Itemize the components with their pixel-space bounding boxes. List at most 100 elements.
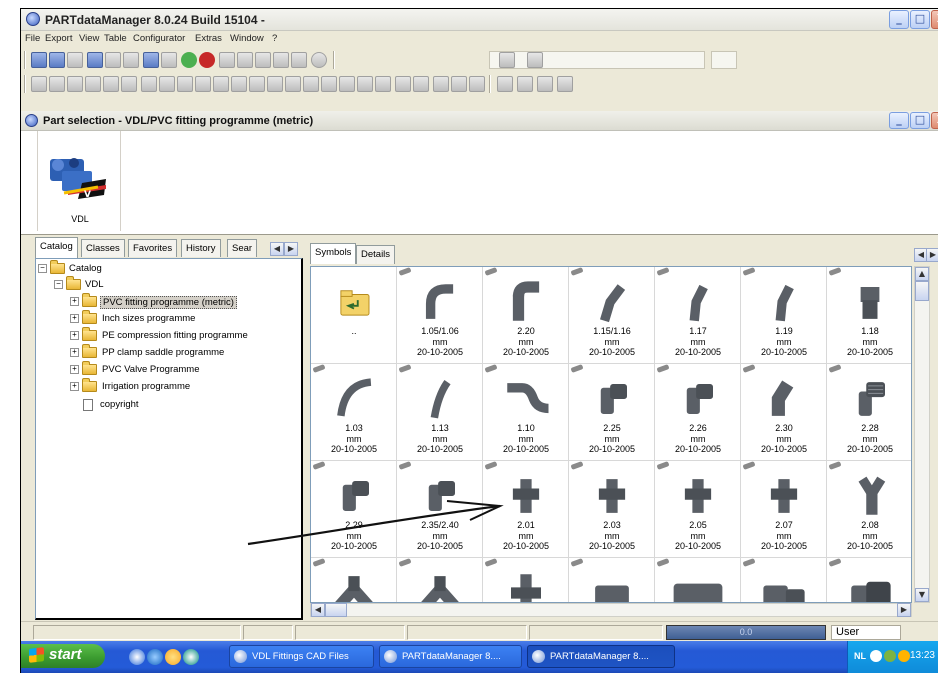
tab-scroll-right-icon[interactable]: ▶ <box>284 242 298 256</box>
hand-icon[interactable] <box>219 52 235 68</box>
taskbar-button-partdatamanager-2[interactable]: PARTdataManager 8.... <box>527 645 675 668</box>
part-item[interactable]: 1.17 mm 20-10-2005 <box>655 267 741 364</box>
part-item[interactable]: 1.18 mm 20-10-2005 <box>827 267 911 364</box>
view-icon-4[interactable] <box>85 76 101 92</box>
tab-scroll-left-icon[interactable]: ◀ <box>270 242 284 256</box>
tab-scroll-right-icon[interactable]: ▶ <box>926 248 938 262</box>
view-icon-11[interactable] <box>213 76 229 92</box>
toolbar-grip[interactable] <box>24 75 26 93</box>
browser-icon[interactable] <box>129 649 145 665</box>
part-item[interactable]: 2.30 mm 20-10-2005 <box>741 364 827 461</box>
menu-extras[interactable]: Extras <box>195 33 222 44</box>
horizontal-scrollbar[interactable]: ◀ ▶ <box>310 603 912 617</box>
pan-icon[interactable] <box>413 76 429 92</box>
part-selection-titlebar[interactable]: Part selection - VDL/PVC fitting program… <box>21 111 938 131</box>
part-item[interactable]: 2.26 mm 20-10-2005 <box>655 364 741 461</box>
parent-folder-item[interactable]: .. <box>311 267 397 364</box>
grid-icon[interactable] <box>105 52 121 68</box>
inner-close-button[interactable]: X <box>931 112 938 129</box>
disk-icon[interactable] <box>237 52 253 68</box>
tab-search[interactable]: Sear <box>227 239 258 257</box>
tab-history[interactable]: History <box>181 239 221 257</box>
view-icon-19[interactable] <box>357 76 373 92</box>
menu-table[interactable]: Table <box>104 33 127 44</box>
inner-maximize-button[interactable]: □ <box>910 112 930 129</box>
folder-shortcut-icon[interactable] <box>165 649 181 665</box>
part-item[interactable]: 2.03 mm 20-10-2005 <box>569 461 655 558</box>
part-item[interactable]: 2.25 mm 20-10-2005 <box>569 364 655 461</box>
tab-classes[interactable]: Classes <box>81 239 125 257</box>
menu-window[interactable]: Window <box>230 33 264 44</box>
vdl-catalog-tile[interactable]: V VDL <box>37 131 121 231</box>
tab-symbols[interactable]: Symbols <box>310 243 357 264</box>
menu-view[interactable]: View <box>79 33 99 44</box>
part-item[interactable]: 2.20 mm 20-10-2005 <box>483 267 569 364</box>
tree-icon[interactable] <box>161 52 177 68</box>
view-icon-17[interactable] <box>321 76 337 92</box>
view-icon-9[interactable] <box>177 76 193 92</box>
pointer-icon[interactable] <box>291 52 307 68</box>
tab-favorites[interactable]: Favorites <box>128 239 178 257</box>
view-icon-6[interactable] <box>121 76 137 92</box>
part-item[interactable]: 2.29 mm 20-10-2005 <box>311 461 397 558</box>
part-item[interactable]: 1.13 mm 20-10-2005 <box>397 364 483 461</box>
assembly-icon[interactable] <box>537 76 553 92</box>
vertical-scrollbar[interactable]: ▲ ▼ <box>914 266 930 603</box>
cylinder-icon[interactable] <box>557 76 573 92</box>
part-item[interactable] <box>483 558 569 602</box>
tray-icon[interactable] <box>870 650 882 662</box>
view-icon-7[interactable] <box>141 76 157 92</box>
menu-help[interactable]: ? <box>272 33 277 44</box>
list-icon[interactable] <box>273 52 289 68</box>
view-icon-15[interactable] <box>285 76 301 92</box>
part-item[interactable] <box>827 558 911 602</box>
maximize-button[interactable]: □ <box>910 10 930 29</box>
hscroll-thumb[interactable] <box>325 603 347 617</box>
toolbar-field[interactable] <box>489 51 705 69</box>
rotate-icon[interactable] <box>395 76 411 92</box>
info-icon[interactable] <box>143 52 159 68</box>
part-item[interactable]: 2.08 mm 20-10-2005 <box>827 461 911 558</box>
view-icon-18[interactable] <box>339 76 355 92</box>
part-item[interactable] <box>655 558 741 602</box>
stop-sign-icon[interactable] <box>311 52 327 68</box>
view-icon-13[interactable] <box>249 76 265 92</box>
language-indicator[interactable]: NL <box>854 651 866 661</box>
toolbar-field-small[interactable] <box>711 51 737 69</box>
collapse-icon[interactable]: − <box>38 264 47 273</box>
minimize-button[interactable]: _ <box>889 10 909 29</box>
view-icon-8[interactable] <box>159 76 175 92</box>
zoom-window-icon[interactable] <box>433 76 449 92</box>
scroll-left-icon[interactable]: ◀ <box>311 603 325 617</box>
part-item[interactable]: 1.15/1.16 mm 20-10-2005 <box>569 267 655 364</box>
part-item[interactable] <box>311 558 397 602</box>
view-icon-12[interactable] <box>231 76 247 92</box>
inner-minimize-button[interactable]: _ <box>889 112 909 129</box>
zoom-icon[interactable] <box>469 76 485 92</box>
view-icon-14[interactable] <box>267 76 283 92</box>
tray-icon[interactable] <box>898 650 910 662</box>
move-icon[interactable] <box>255 52 271 68</box>
part-item[interactable] <box>569 558 655 602</box>
media-icon[interactable] <box>183 649 199 665</box>
expand-icon[interactable]: + <box>70 314 79 323</box>
view-icon-10[interactable] <box>195 76 211 92</box>
part-item[interactable]: 2.28 mm 20-10-2005 <box>827 364 911 461</box>
part-item[interactable]: 2.01 mm 20-10-2005 <box>483 461 569 558</box>
ie-icon[interactable] <box>147 649 163 665</box>
view-icon-3[interactable] <box>67 76 83 92</box>
binoculars-icon[interactable] <box>31 52 47 68</box>
measure-icon[interactable] <box>499 52 515 68</box>
scroll-right-icon[interactable]: ▶ <box>897 603 911 617</box>
menu-configurator[interactable]: Configurator <box>133 33 185 44</box>
expand-icon[interactable]: + <box>70 331 79 340</box>
expand-icon[interactable]: + <box>70 382 79 391</box>
view-icon-1[interactable] <box>31 76 47 92</box>
tab-catalog[interactable]: Catalog <box>35 237 78 258</box>
menu-file[interactable]: File <box>25 33 40 44</box>
view-icon-2[interactable] <box>49 76 65 92</box>
part-item[interactable] <box>397 558 483 602</box>
part-item[interactable]: 1.19 mm 20-10-2005 <box>741 267 827 364</box>
title-bar[interactable]: PARTdataManager 8.0.24 Build 15104 - _ □… <box>21 9 938 31</box>
expand-icon[interactable]: + <box>70 348 79 357</box>
